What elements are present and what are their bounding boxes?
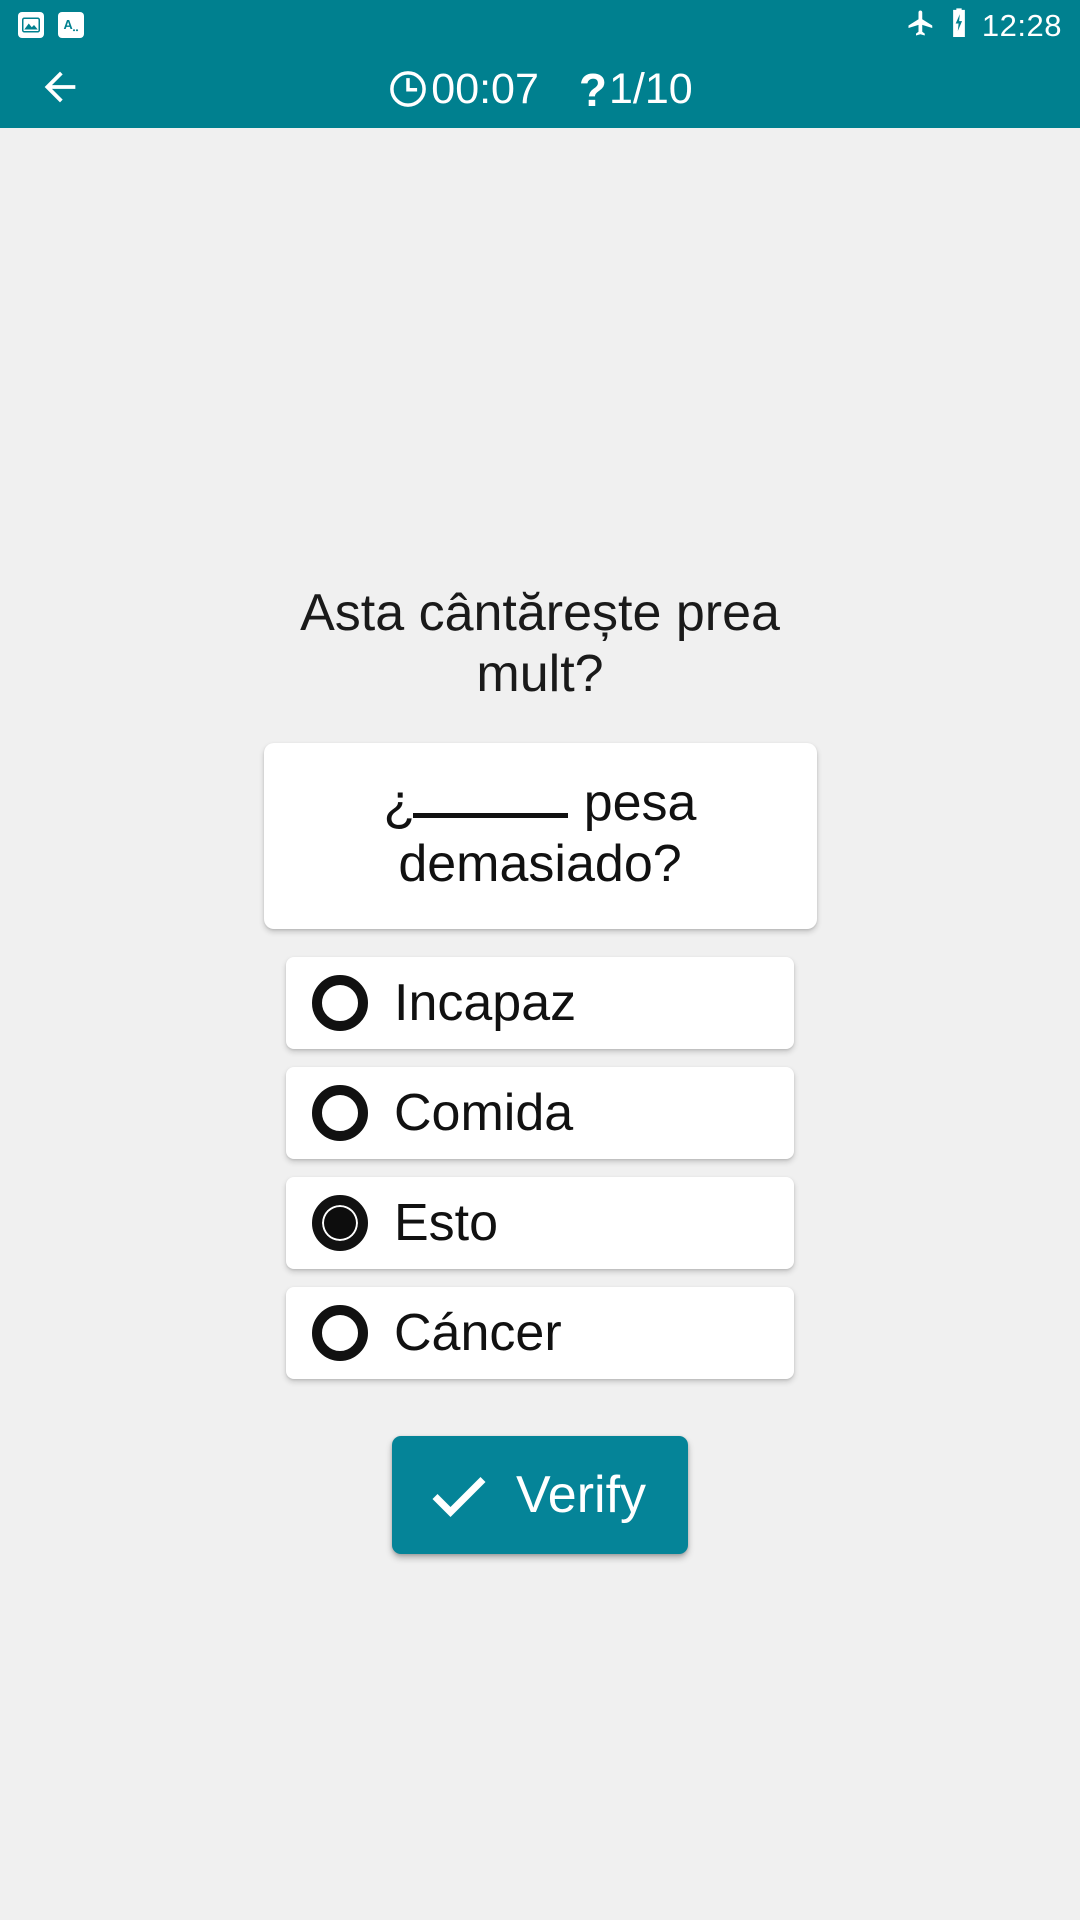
verify-button-container: Verify	[0, 1436, 1080, 1555]
question-progress-display: ? 1/10	[578, 64, 693, 116]
status-time: 12:28	[981, 7, 1062, 43]
sentence-blank	[413, 782, 569, 818]
question-mark-icon: ?	[578, 64, 607, 116]
answer-options: Incapaz Comida Esto Cáncer	[286, 957, 794, 1380]
airplane-mode-icon	[906, 8, 936, 43]
status-notifications: A	[18, 12, 84, 38]
option-incapaz[interactable]: Incapaz	[286, 957, 794, 1050]
radio-icon[interactable]	[312, 1305, 368, 1362]
radio-icon[interactable]	[312, 975, 368, 1032]
app-bar-center: 00:07 ? 1/10	[0, 64, 1080, 116]
app-bar: 00:07 ? 1/10	[0, 50, 1080, 128]
back-arrow-icon	[30, 64, 90, 115]
timer-value: 00:07	[431, 64, 539, 113]
option-esto[interactable]: Esto	[286, 1177, 794, 1270]
status-system-icons: 12:28	[906, 7, 1062, 44]
option-comida[interactable]: Comida	[286, 1067, 794, 1160]
timer-display: 00:07	[387, 64, 539, 113]
svg-text:A: A	[64, 17, 73, 32]
verify-label: Verify	[515, 1466, 647, 1525]
option-cancer[interactable]: Cáncer	[286, 1287, 794, 1380]
back-button[interactable]	[24, 53, 96, 125]
quiz-screen: A 12:28 00:07 ? 1/10 Asta cântărește pre…	[0, 0, 1080, 1920]
quiz-content: Asta cântărește prea mult? ¿ pesa demasi…	[0, 128, 1080, 1920]
clock-icon	[387, 68, 429, 110]
radio-icon[interactable]	[312, 1085, 368, 1142]
sentence-card: ¿ pesa demasiado?	[263, 742, 817, 930]
check-icon	[428, 1469, 490, 1522]
image-icon	[18, 12, 44, 38]
option-label: Esto	[394, 1194, 499, 1253]
question-prompt: Asta cântărește prea mult?	[300, 584, 780, 704]
status-bar: A 12:28	[0, 0, 1080, 50]
radio-selected-icon[interactable]	[312, 1195, 368, 1252]
battery-charging-icon	[948, 7, 970, 44]
verify-button[interactable]: Verify	[391, 1436, 689, 1555]
option-label: Comida	[394, 1084, 574, 1143]
option-label: Cáncer	[394, 1304, 562, 1363]
sentence-prefix: ¿	[383, 773, 416, 832]
translate-icon: A	[58, 12, 84, 38]
question-progress-value: 1/10	[609, 64, 693, 113]
option-label: Incapaz	[394, 974, 577, 1033]
